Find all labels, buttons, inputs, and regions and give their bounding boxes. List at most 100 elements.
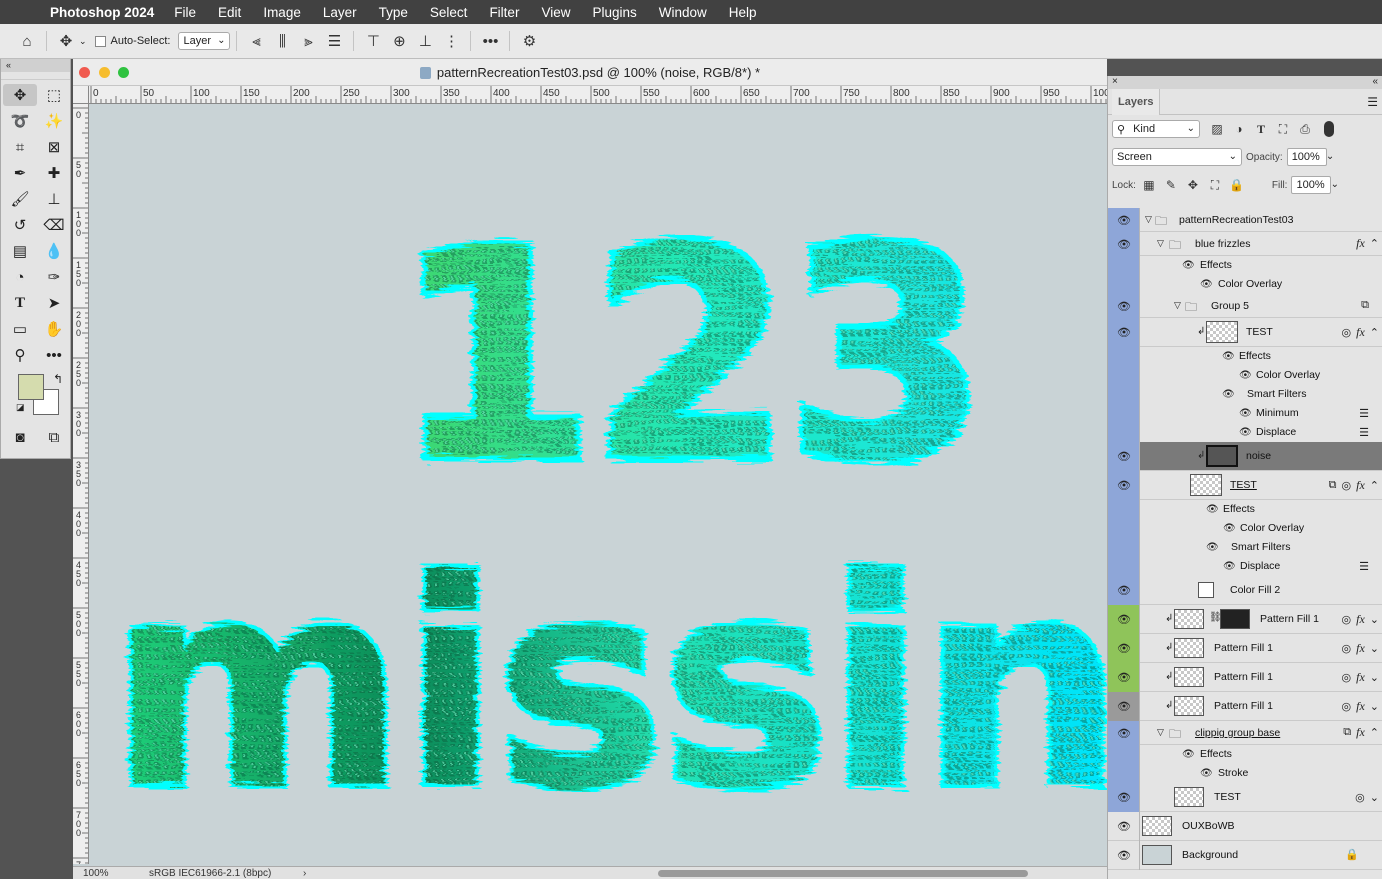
stamp-tool-icon[interactable]: ⊥ xyxy=(37,188,71,210)
chevron-down-icon[interactable]: ⌄ xyxy=(1370,671,1379,684)
auto-select-checkbox[interactable] xyxy=(94,35,106,47)
layer-row[interactable]: 👁 OUXBoWB xyxy=(1108,812,1382,841)
ruler-origin[interactable] xyxy=(73,86,89,104)
menu-filter[interactable]: Filter xyxy=(489,5,519,20)
distribute-icon[interactable]: ☰ xyxy=(321,29,347,53)
fx-icon[interactable]: fx xyxy=(1356,478,1365,493)
eye-icon[interactable]: 👁 xyxy=(1108,471,1140,500)
opacity-input[interactable]: 100% xyxy=(1286,148,1327,166)
more-options-icon[interactable]: ••• xyxy=(477,29,503,53)
eye-icon[interactable]: 👁 xyxy=(1239,408,1252,419)
chevron-up-icon[interactable]: ⌃ xyxy=(1370,237,1379,250)
layer-row[interactable]: 👁 ↲ TEST ◎ fx ⌃ xyxy=(1108,318,1382,347)
blur-tool-icon[interactable]: 💧 xyxy=(37,240,71,262)
quick-mask-icon[interactable]: ◙ xyxy=(3,426,37,448)
effect-row[interactable]: 👁 Color Overlay xyxy=(1108,519,1382,538)
menu-window[interactable]: Window xyxy=(659,5,707,20)
zoom-tool-icon[interactable]: ⚲ xyxy=(3,344,37,366)
zoom-window-button[interactable] xyxy=(118,67,129,78)
background-thumbnail[interactable] xyxy=(1142,845,1172,865)
layer-row[interactable]: 👁 ▽ 🗀 patternRecreationTest03 xyxy=(1108,208,1382,232)
chevron-up-icon[interactable]: ⌃ xyxy=(1370,726,1379,739)
frame-tool-icon[interactable]: ⊠ xyxy=(37,136,71,158)
eye-icon[interactable]: 👁 xyxy=(1222,389,1235,400)
effect-row[interactable]: 👁 Color Overlay xyxy=(1108,275,1382,294)
fx-icon[interactable]: fx xyxy=(1356,699,1365,714)
filter-options-icon[interactable]: ☰ xyxy=(1359,407,1369,420)
eye-icon[interactable]: 👁 xyxy=(1239,370,1252,381)
align-middle-icon[interactable]: ⊕ xyxy=(386,29,412,53)
eye-icon[interactable]: 👁 xyxy=(1108,318,1140,347)
healing-brush-icon[interactable]: ✚ xyxy=(37,162,71,184)
menu-edit[interactable]: Edit xyxy=(218,5,241,20)
chevron-down-icon[interactable]: ⌄ xyxy=(1370,642,1379,655)
move-tool-icon[interactable]: ✥ xyxy=(53,29,79,53)
eye-icon[interactable]: 👁 xyxy=(1108,208,1140,232)
effect-row[interactable]: 👁 Smart Filters xyxy=(1108,385,1382,404)
lock-transparency-icon[interactable]: ▦ xyxy=(1140,176,1158,194)
smart-object-thumbnail[interactable] xyxy=(1174,787,1204,807)
layer-row[interactable]: 👁 ▽ 🗀 Group 5 ⧉ xyxy=(1108,294,1382,318)
path-select-icon[interactable]: ➤ xyxy=(37,292,71,314)
smart-object-filter-icon[interactable]: ⎙ xyxy=(1296,120,1314,138)
eye-icon[interactable]: 👁 xyxy=(1200,768,1213,779)
effect-row[interactable]: 👁 Effects xyxy=(1108,745,1382,764)
filter-options-icon[interactable]: ☰ xyxy=(1359,560,1369,573)
menu-select[interactable]: Select xyxy=(430,5,468,20)
tab-layers[interactable]: Layers xyxy=(1112,89,1161,115)
move-tool-icon[interactable]: ✥ xyxy=(3,84,37,106)
filter-toggle[interactable] xyxy=(1324,121,1334,137)
distribute-vertical-icon[interactable]: ⋮ xyxy=(438,29,464,53)
pen-tool-icon[interactable]: ✑ xyxy=(37,266,71,288)
menu-view[interactable]: View xyxy=(541,5,570,20)
chevron-down-icon[interactable]: ▽ xyxy=(1174,300,1181,311)
screen-mode-icon[interactable]: ⧉ xyxy=(37,426,71,448)
panel-grip[interactable] xyxy=(1,72,70,80)
effect-row[interactable]: 👁 Effects xyxy=(1108,256,1382,275)
fx-icon[interactable]: fx xyxy=(1356,725,1365,740)
adjustment-filter-icon[interactable]: ◑ xyxy=(1230,120,1248,138)
layer-row[interactable]: 👁 Color Fill 2 xyxy=(1108,576,1382,605)
eye-icon[interactable]: 👁 xyxy=(1108,294,1140,318)
horizontal-scrollbar[interactable] xyxy=(658,870,1028,877)
menu-layer[interactable]: Layer xyxy=(323,5,357,20)
align-right-icon[interactable]: ⫸ xyxy=(295,29,321,53)
menu-file[interactable]: File xyxy=(174,5,196,20)
align-center-icon[interactable]: ⫼ xyxy=(269,29,295,53)
chevron-down-icon[interactable]: ▽ xyxy=(1145,214,1152,225)
blend-mode-dropdown[interactable]: Screen xyxy=(1112,148,1242,166)
pattern-thumbnail[interactable] xyxy=(1174,696,1204,716)
chevron-down-icon[interactable]: ⌄ xyxy=(1370,613,1379,626)
eyedropper-icon[interactable]: ✒ xyxy=(3,162,37,184)
eye-icon[interactable]: 👁 xyxy=(1108,232,1140,256)
chevron-down-icon[interactable]: ⌄ xyxy=(79,36,87,47)
eye-icon[interactable]: 👁 xyxy=(1108,692,1140,721)
layer-row[interactable]: 👁 ▽ 🗀 clippig group base ⧉ fx ⌃ xyxy=(1108,721,1382,745)
chevron-down-icon[interactable]: ⌄ xyxy=(1370,791,1379,804)
smart-object-thumbnail[interactable] xyxy=(1190,474,1222,496)
type-tool-icon[interactable]: T xyxy=(3,292,37,314)
lock-pixels-icon[interactable]: ✎ xyxy=(1162,176,1180,194)
history-brush-icon[interactable]: ↺ xyxy=(3,214,37,236)
eye-icon[interactable]: 👁 xyxy=(1108,442,1140,471)
layer-row[interactable]: 👁 ↲ ⛓ Pattern Fill 1 ◎ fx ⌄ xyxy=(1108,605,1382,634)
pattern-thumbnail[interactable] xyxy=(1174,609,1204,629)
fx-icon[interactable]: fx xyxy=(1356,670,1365,685)
fx-icon[interactable]: fx xyxy=(1356,236,1365,251)
layer-row[interactable]: 👁 ↲ Pattern Fill 1 ◎ fx ⌄ xyxy=(1108,634,1382,663)
panel-menu-icon[interactable]: ☰ xyxy=(1367,95,1378,109)
eye-icon[interactable]: 👁 xyxy=(1222,351,1235,362)
eye-icon[interactable]: 👁 xyxy=(1108,783,1140,812)
eye-icon[interactable]: 👁 xyxy=(1182,749,1195,760)
effect-row[interactable]: 👁 Displace ☰ xyxy=(1108,423,1382,442)
eye-icon[interactable]: 👁 xyxy=(1108,605,1140,634)
lock-all-icon[interactable]: 🔒 xyxy=(1228,176,1246,194)
home-icon[interactable]: ⌂ xyxy=(14,29,40,53)
zoom-level[interactable]: 100% xyxy=(83,868,109,879)
menu-type[interactable]: Type xyxy=(379,5,408,20)
fx-icon[interactable]: fx xyxy=(1356,641,1365,656)
gear-icon[interactable]: ⚙ xyxy=(516,29,542,53)
eraser-tool-icon[interactable]: ⌫ xyxy=(37,214,71,236)
document-title-bar[interactable]: patternRecreationTest03.psd @ 100% (nois… xyxy=(73,59,1107,86)
layer-row-selected[interactable]: 👁 ↲ noise xyxy=(1108,442,1382,471)
